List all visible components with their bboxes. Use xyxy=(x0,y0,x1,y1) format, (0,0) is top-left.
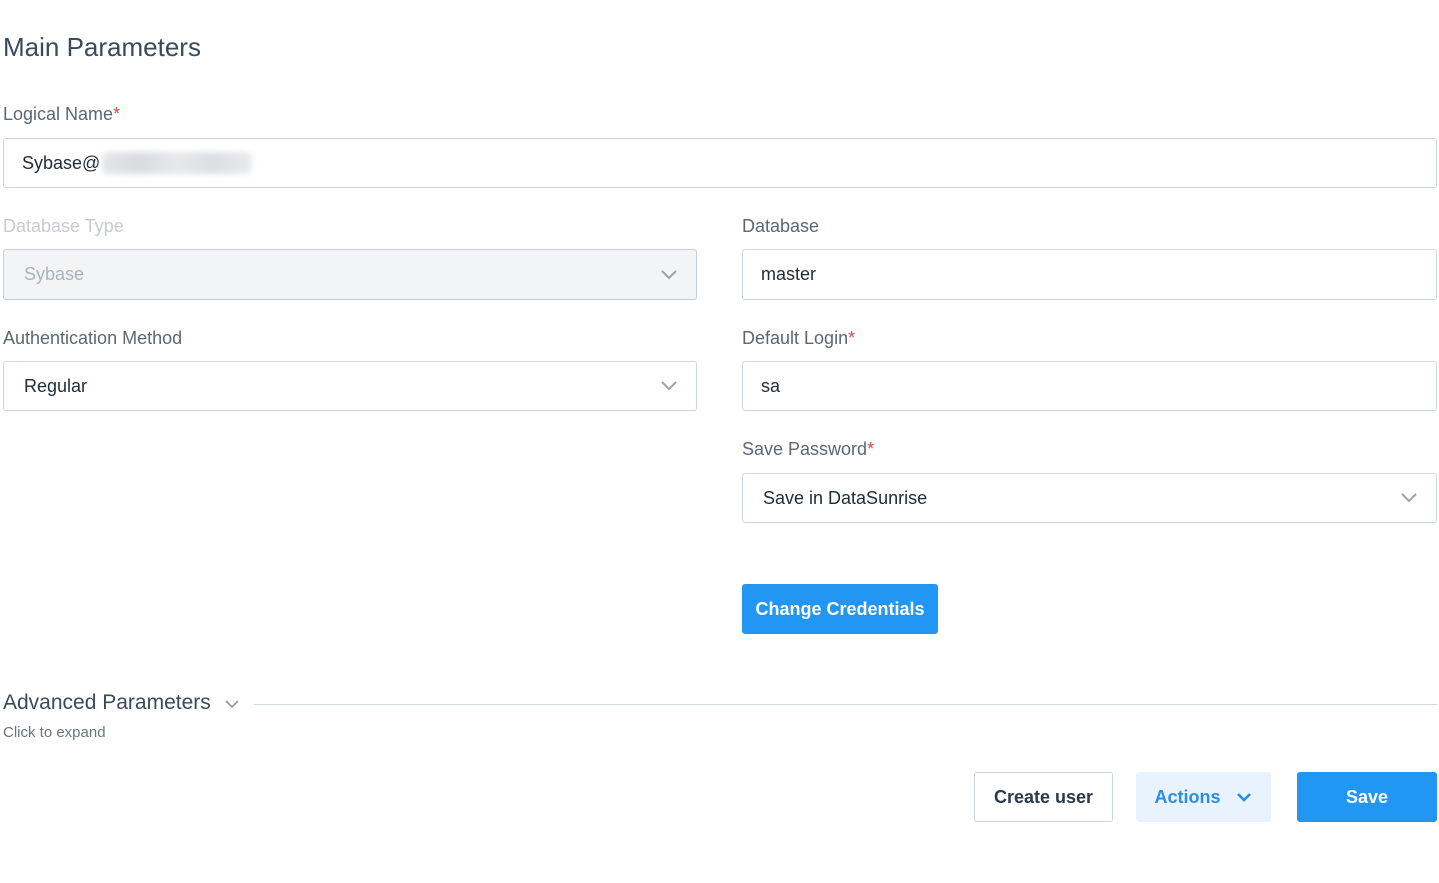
chevron-down-icon xyxy=(1400,489,1418,507)
database-label: Database xyxy=(742,216,820,236)
database-input[interactable]: master xyxy=(742,249,1437,300)
advanced-parameters-hint: Click to expand xyxy=(3,724,106,741)
chevron-down-icon xyxy=(223,694,241,712)
database-type-label: Database Type xyxy=(3,216,124,236)
advanced-parameters-toggle[interactable]: Advanced Parameters xyxy=(3,691,241,715)
page-title: Main Parameters xyxy=(3,32,201,62)
auth-method-select[interactable]: Regular xyxy=(3,361,697,411)
save-password-label: Save Password* xyxy=(742,439,875,459)
chevron-down-icon xyxy=(660,377,678,395)
logical-name-input[interactable]: Sybase@ xyxy=(3,138,1437,188)
auth-method-label: Authentication Method xyxy=(3,328,183,348)
create-user-button[interactable]: Create user xyxy=(974,772,1113,822)
redacted-text xyxy=(102,152,253,174)
required-marker: * xyxy=(113,104,121,124)
default-login-input[interactable]: sa xyxy=(742,361,1437,411)
required-marker: * xyxy=(867,439,875,459)
save-button[interactable]: Save xyxy=(1297,772,1437,822)
database-type-select: Sybase xyxy=(3,249,697,300)
required-marker: * xyxy=(848,328,856,348)
change-credentials-button[interactable]: Change Credentials xyxy=(742,584,938,634)
default-login-label: Default Login* xyxy=(742,328,856,348)
chevron-down-icon xyxy=(660,266,678,284)
actions-dropdown-button[interactable]: Actions xyxy=(1136,772,1271,822)
save-password-select[interactable]: Save in DataSunrise xyxy=(742,473,1437,523)
chevron-down-icon xyxy=(1235,788,1253,806)
section-divider xyxy=(254,704,1437,705)
logical-name-label: Logical Name* xyxy=(3,104,121,124)
